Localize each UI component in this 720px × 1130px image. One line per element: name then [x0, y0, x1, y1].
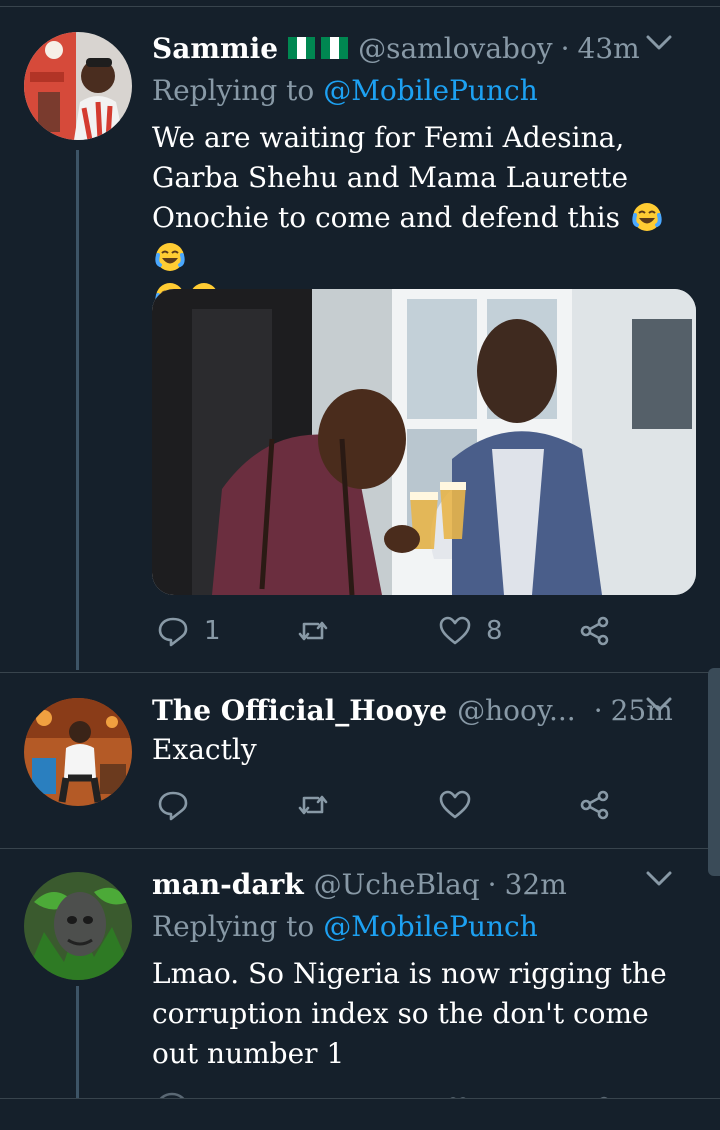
mention-link[interactable]: @MobilePunch: [323, 910, 538, 943]
mention-link[interactable]: @MobilePunch: [323, 74, 538, 107]
nigeria-flag-icon: [288, 37, 349, 59]
separator-dot: ·: [593, 693, 603, 727]
twitter-thread-screen: Sammie @samlovaboy · 43m Replying to @Mo…: [0, 0, 720, 1130]
avatar[interactable]: [24, 872, 132, 980]
tweet-divider: [0, 848, 720, 849]
timestamp[interactable]: 32m: [505, 868, 567, 901]
top-divider: [0, 6, 720, 7]
chevron-down-icon[interactable]: [646, 696, 672, 718]
display-name[interactable]: Sammie: [152, 32, 278, 65]
reply-icon: [158, 617, 188, 647]
tweet-actions: [152, 788, 632, 828]
tweet-actions-partial: [152, 1090, 632, 1098]
tweet-text: Lmao. So Nigeria is now rigging the corr…: [152, 954, 692, 1074]
heart-icon: [439, 616, 471, 645]
tweet-text-content: We are waiting for Femi Adesina, Garba S…: [152, 121, 629, 234]
thread-line: [76, 150, 79, 670]
share-icon: [580, 616, 609, 646]
tweet-divider: [0, 672, 720, 673]
display-name[interactable]: The Official_Hooye: [152, 694, 447, 727]
chevron-down-icon[interactable]: [646, 34, 672, 56]
user-handle[interactable]: @UcheBlaq: [314, 868, 480, 901]
scrollbar[interactable]: [708, 668, 720, 876]
replying-to: Replying to @MobilePunch: [152, 910, 538, 943]
heart-icon: [439, 790, 471, 819]
bottom-bar: [0, 1098, 720, 1130]
retweet-icon: [298, 795, 328, 815]
retweet-icon: [298, 621, 328, 641]
tweet-text: We are waiting for Femi Adesina, Garba S…: [152, 118, 692, 318]
separator-dot: ·: [487, 867, 497, 901]
tweet-photo[interactable]: [152, 289, 696, 595]
share-icon: [580, 790, 609, 820]
reply-count: 1: [204, 616, 221, 646]
share-button[interactable]: [578, 614, 612, 648]
tweet-header: man-dark @UcheBlaq · 32m: [152, 864, 700, 904]
separator-dot: ·: [560, 31, 570, 65]
tweet-header: Sammie @samlovaboy · 43m: [152, 28, 700, 68]
replying-prefix: Replying to: [152, 910, 315, 943]
reply-icon: [158, 791, 188, 821]
thread-line: [76, 986, 79, 1098]
tweet-header: The Official_Hooye @hooy... · 25m: [152, 690, 700, 730]
tweet-text: Exactly: [152, 730, 692, 770]
face-with-tears-of-joy-icon: [632, 203, 662, 231]
replying-to: Replying to @MobilePunch: [152, 74, 538, 107]
face-with-tears-of-joy-icon: [155, 243, 185, 271]
user-handle[interactable]: @samlovaboy: [358, 32, 553, 65]
tweet-text-content: Exactly: [152, 733, 257, 766]
tweet-text-content: Lmao. So Nigeria is now rigging the corr…: [152, 957, 667, 1070]
avatar[interactable]: [24, 698, 132, 806]
user-handle[interactable]: @hooy...: [457, 694, 576, 727]
avatar[interactable]: [24, 32, 132, 140]
tweet-actions: 1 8: [152, 614, 632, 654]
reply-button[interactable]: [156, 788, 204, 822]
like-button[interactable]: [438, 788, 486, 822]
display-name[interactable]: man-dark: [152, 868, 304, 901]
chevron-down-icon[interactable]: [646, 870, 672, 892]
share-button[interactable]: [578, 788, 612, 822]
retweet-button[interactable]: [296, 614, 344, 648]
reply-button[interactable]: 1: [156, 614, 221, 648]
replying-prefix: Replying to: [152, 74, 315, 107]
like-count: 8: [486, 616, 503, 646]
like-button[interactable]: 8: [438, 614, 503, 648]
retweet-button[interactable]: [296, 788, 344, 822]
timestamp[interactable]: 43m: [578, 32, 640, 65]
